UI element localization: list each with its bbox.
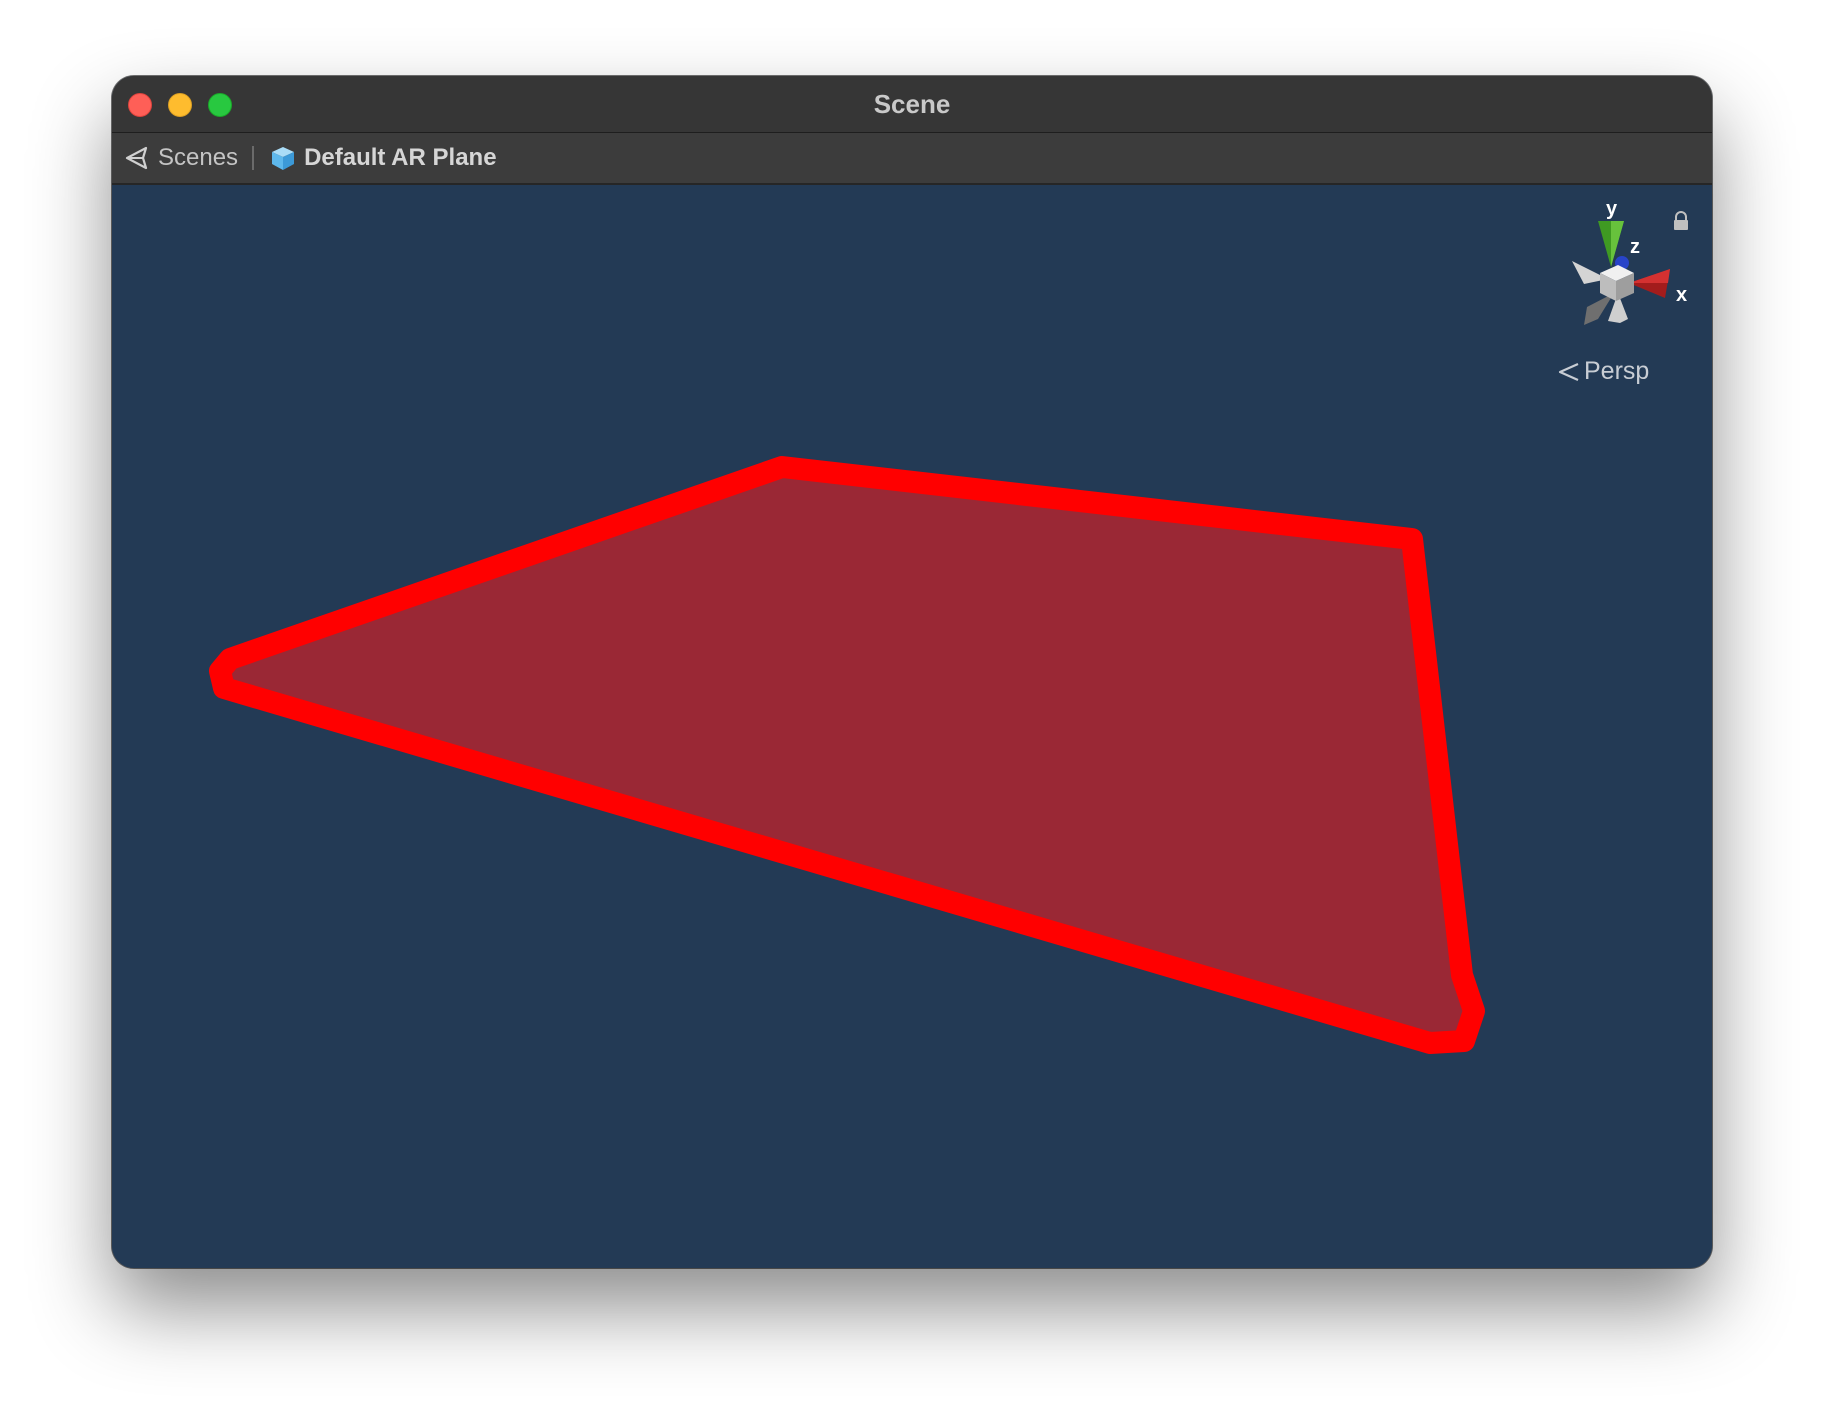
projection-toggle[interactable]: Persp xyxy=(1558,357,1649,386)
unity-scenes-icon xyxy=(125,146,148,170)
breadcrumb-label: Scenes xyxy=(158,144,239,171)
title-bar[interactable]: Scene xyxy=(112,76,1712,133)
ar-plane-fill[interactable] xyxy=(209,456,1485,1054)
window-title: Scene xyxy=(873,89,951,119)
prefab-cube-icon xyxy=(272,147,295,170)
lock-icon[interactable] xyxy=(1672,211,1690,231)
breadcrumb-separator xyxy=(252,146,255,170)
breadcrumb-item-scenes[interactable]: Scenes xyxy=(124,144,238,172)
perspective-icon xyxy=(1558,362,1579,381)
scene-viewport[interactable]: y z x Persp xyxy=(112,185,1712,1268)
projection-label: Persp xyxy=(1584,357,1650,385)
gizmo-x-label: x xyxy=(1676,284,1687,306)
breadcrumb-label: Default AR Plane xyxy=(304,144,497,171)
breadcrumb-item-default-ar-plane[interactable]: Default AR Plane xyxy=(270,144,497,172)
gizmo-y-label: y xyxy=(1606,198,1618,220)
scene-canvas xyxy=(209,456,1485,1054)
gizmo-z-label: z xyxy=(1630,236,1640,258)
breadcrumb: Scenes Default AR Plane xyxy=(112,133,1712,185)
scene-window: Scene Scenes Default AR Plane y z x Pers… xyxy=(112,76,1712,1268)
